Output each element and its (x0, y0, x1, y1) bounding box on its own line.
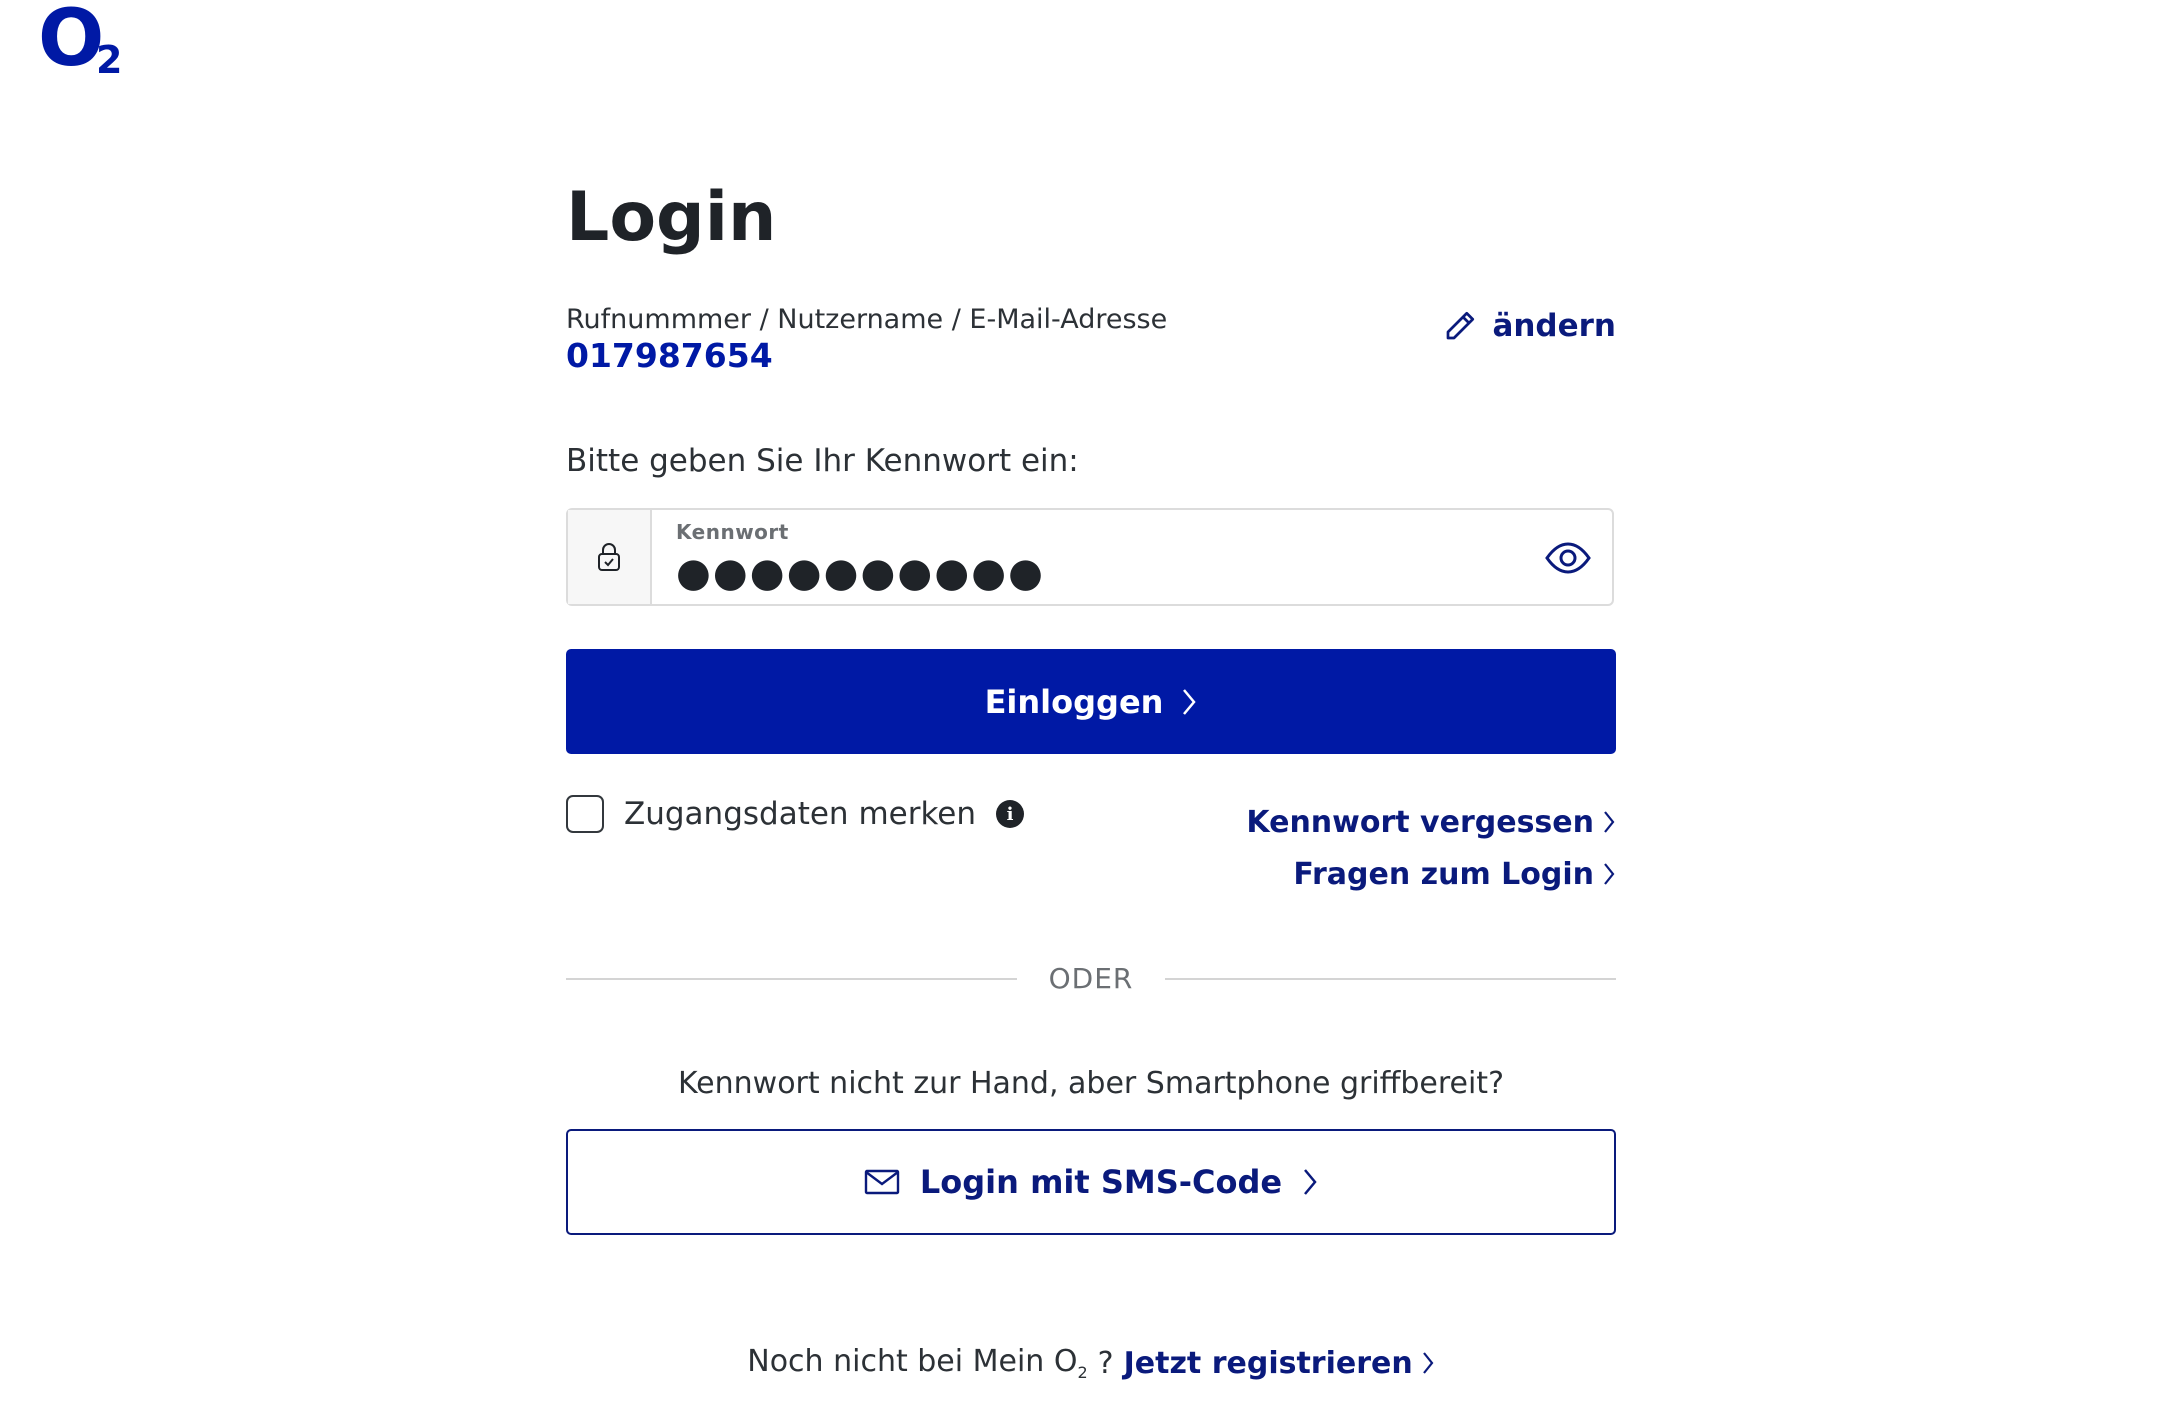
password-prompt: Bitte geben Sie Ihr Kennwort ein: (566, 443, 1079, 479)
register-text: Noch nicht bei Mein O2 (747, 1344, 1087, 1382)
logo-text: O (38, 0, 104, 84)
lock-icon (568, 510, 652, 604)
forgot-password-link[interactable]: Kennwort vergessen (1246, 796, 1616, 848)
register-question: ? (1097, 1345, 1114, 1381)
eye-icon[interactable] (1544, 536, 1592, 584)
logo-sub: 2 (96, 38, 123, 82)
password-input[interactable]: ●●●●●●●●●● (676, 550, 1045, 596)
forgot-password-label: Kennwort vergessen (1246, 804, 1594, 840)
login-button-label: Einloggen (984, 682, 1164, 721)
chevron-right-icon (1422, 1352, 1434, 1374)
chevron-right-icon (1604, 811, 1615, 833)
pencil-icon (1447, 311, 1475, 340)
password-field[interactable]: Kennwort ●●●●●●●●●● (566, 508, 1614, 606)
register-link[interactable]: Jetzt registrieren (1124, 1346, 1435, 1381)
or-label: ODER (1048, 962, 1134, 995)
chevron-right-icon (1183, 688, 1197, 715)
account-label: Rufnummmer / Nutzername / E-Mail-Adresse (566, 304, 1168, 335)
password-label: Kennwort (676, 520, 789, 544)
sms-login-label: Login mit SMS-Code (919, 1163, 1283, 1201)
login-button[interactable]: Einloggen (566, 649, 1616, 754)
page-title: Login (566, 178, 777, 257)
login-faq-label: Fragen zum Login (1293, 856, 1594, 892)
change-account-label: ändern (1492, 308, 1616, 344)
register-link-label: Jetzt registrieren (1123, 1345, 1413, 1381)
change-account-button[interactable]: ändern (1442, 308, 1616, 344)
o2-logo[interactable]: O 2 (38, 0, 122, 82)
help-links: Kennwort vergessen Fragen zum Login (1246, 796, 1616, 900)
sms-prompt: Kennwort nicht zur Hand, aber Smartphone… (678, 1066, 1504, 1101)
chevron-right-icon (1604, 863, 1615, 885)
sms-login-button[interactable]: Login mit SMS-Code (566, 1129, 1616, 1235)
info-icon[interactable]: i (996, 800, 1025, 828)
account-value: 017987654 (566, 336, 773, 375)
register-text-before: Noch nicht bei Mein O (747, 1344, 1078, 1379)
register-row: Noch nicht bei Mein O2 ? Jetzt registrie… (566, 1344, 1616, 1382)
login-faq-link[interactable]: Fragen zum Login (1246, 848, 1616, 900)
divider-line (566, 977, 1017, 980)
remember-checkbox[interactable] (566, 795, 604, 833)
remember-row: Zugangsdaten merken i (566, 795, 1025, 833)
divider-line (1165, 977, 1616, 980)
register-text-sub: 2 (1077, 1363, 1088, 1382)
or-divider: ODER (566, 962, 1616, 995)
chevron-right-icon (1304, 1169, 1317, 1195)
envelope-icon (864, 1169, 900, 1195)
remember-label[interactable]: Zugangsdaten merken (624, 796, 976, 832)
